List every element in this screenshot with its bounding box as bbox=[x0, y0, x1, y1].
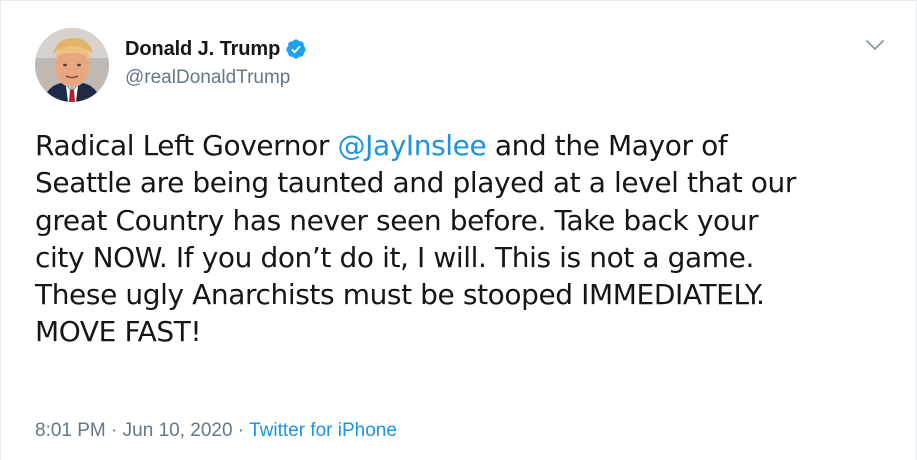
tweet-line: city NOW. If you don’t do it, I will. Th… bbox=[35, 240, 754, 274]
tweet-meta: 8:01 PM · Jun 10, 2020 · Twitter for iPh… bbox=[35, 420, 397, 442]
tweet-date[interactable]: Jun 10, 2020 bbox=[123, 420, 233, 441]
tweet-card: Donald J. Trump @realDonaldTrump Radical… bbox=[0, 0, 917, 460]
tweet-time[interactable]: 8:01 PM bbox=[35, 420, 106, 441]
verified-badge-icon bbox=[285, 38, 307, 60]
tweet-line: MOVE FAST! bbox=[35, 315, 202, 349]
profile-photo-icon bbox=[35, 28, 109, 102]
tweet-text-segment: and the Mayor of bbox=[486, 129, 728, 162]
meta-separator: · bbox=[232, 420, 250, 441]
avatar[interactable] bbox=[35, 28, 109, 102]
tweet-text: Radical Left Governor @JayInslee and the… bbox=[35, 127, 895, 351]
tweet-line: These ugly Anarchists must be stooped IM… bbox=[35, 278, 765, 312]
chevron-down-icon[interactable] bbox=[863, 35, 887, 55]
author-name-row: Donald J. Trump bbox=[125, 35, 307, 63]
author-display-name[interactable]: Donald J. Trump bbox=[125, 38, 280, 61]
mention-link[interactable]: @JayInslee bbox=[338, 129, 487, 162]
tweet-line: Radical Left Governor @JayInslee and the… bbox=[35, 127, 895, 164]
author-handle[interactable]: @realDonaldTrump bbox=[125, 67, 290, 89]
tweet-text-segment: Radical Left Governor bbox=[35, 129, 338, 162]
meta-separator: · bbox=[105, 420, 123, 441]
tweet-source-link[interactable]: Twitter for iPhone bbox=[249, 420, 397, 441]
tweet-line: Seattle are being taunted and played at … bbox=[35, 166, 796, 200]
tweet-line: great Country has never seen before. Tak… bbox=[35, 203, 759, 237]
